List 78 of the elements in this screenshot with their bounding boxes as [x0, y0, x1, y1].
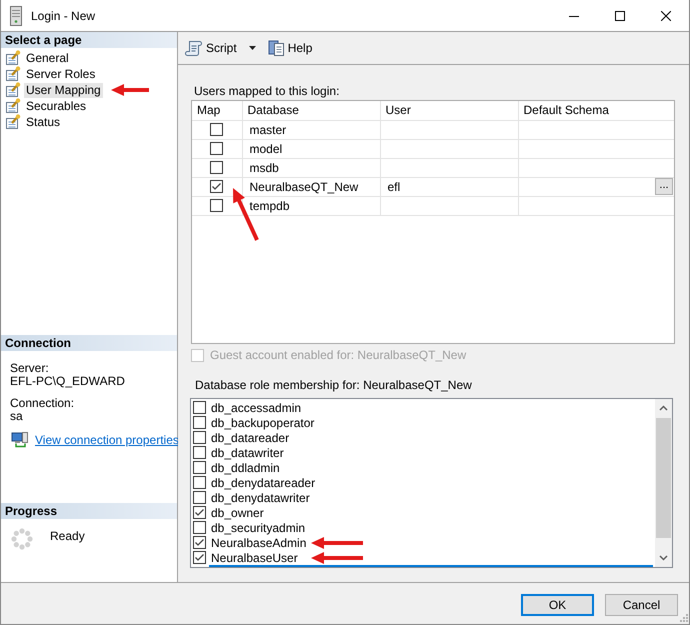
table-cell: efl — [380, 177, 518, 196]
sidebar-item[interactable]: User Mapping — [24, 82, 103, 98]
field-value: sa — [9, 410, 24, 423]
table-cell: model — [242, 139, 380, 158]
help-button[interactable]: Help — [266, 39, 314, 57]
link[interactable]: View connection properties — [35, 432, 179, 446]
checkbox[interactable] — [193, 416, 206, 429]
checkbox[interactable] — [210, 142, 224, 155]
checkbox[interactable] — [193, 446, 206, 459]
browse-button[interactable]: ... — [655, 178, 673, 195]
grid-label: Users mapped to this login: — [193, 84, 340, 98]
checkbox[interactable] — [193, 476, 206, 489]
section-header: Progress — [1, 503, 177, 519]
script-button[interactable]: Script — [183, 39, 258, 57]
server-icon — [10, 6, 22, 26]
spinner-icon — [11, 528, 33, 550]
checkbox[interactable] — [193, 536, 206, 549]
checkbox-label: Guest account enabled for: NeuralbaseQT_New — [210, 348, 466, 362]
cancel-button[interactable]: Cancel — [605, 594, 678, 616]
table-cell: msdb — [242, 158, 380, 177]
book-icon — [268, 39, 285, 57]
checkbox[interactable] — [193, 461, 206, 474]
section-header: Select a page — [1, 32, 177, 48]
section-header: Connection — [1, 335, 177, 351]
list-item[interactable]: db_denydatareader — [211, 476, 316, 490]
scrollbar[interactable] — [655, 399, 672, 567]
checkbox[interactable] — [193, 551, 206, 564]
checkbox[interactable] — [193, 431, 206, 444]
page-icon — [5, 50, 21, 66]
page-icon — [5, 82, 21, 98]
list-item[interactable]: db_accessadmin — [211, 400, 308, 414]
caret-icon — [248, 46, 256, 50]
resize-grip-icon[interactable] — [679, 613, 688, 622]
column-header: User — [380, 101, 518, 120]
list-item[interactable]: db_datareader — [211, 430, 308, 444]
column-header: Default Schema — [518, 101, 674, 120]
list-item[interactable]: db_datawriter — [211, 446, 308, 460]
column-header: Map — [192, 101, 242, 120]
window-title: Login - New — [31, 8, 96, 22]
field-value: EFL-PC\Q_EDWARD — [9, 375, 126, 388]
checkbox[interactable] — [193, 506, 206, 519]
scroll-down-icon[interactable] — [659, 555, 668, 561]
page-icon — [5, 114, 21, 130]
table-cell: master — [242, 120, 380, 139]
list-item[interactable]: db_securityadmin — [211, 520, 308, 534]
checkbox[interactable] — [210, 161, 224, 174]
checkbox[interactable] — [210, 199, 224, 212]
ok-button[interactable]: OK — [521, 594, 594, 616]
table-cell: NeuralbaseQT_New — [242, 177, 380, 196]
status-text: Ready — [50, 529, 85, 543]
list-item[interactable]: db_denydatawriter — [211, 490, 310, 504]
computer-icon — [11, 431, 28, 448]
sidebar-item[interactable]: Securables — [24, 98, 88, 114]
table-cell: tempdb — [242, 196, 380, 215]
scroll-up-icon[interactable] — [659, 405, 668, 411]
field-label: Server: — [9, 362, 50, 375]
list-label: Database role membership for: NeuralbaseQT_New — [194, 378, 473, 392]
sidebar-item[interactable]: Server Roles — [24, 66, 98, 82]
checkbox[interactable] — [210, 123, 224, 136]
checkbox[interactable] — [193, 491, 206, 504]
list-item[interactable]: NeuralbaseAdmin — [211, 536, 308, 550]
list-item[interactable]: db_backupoperator — [211, 416, 314, 430]
sidebar-item[interactable]: Status — [24, 114, 62, 130]
list-item[interactable]: db_owner — [211, 506, 308, 520]
field-label: Connection: — [9, 397, 76, 410]
page-icon — [5, 66, 21, 82]
list-item[interactable]: db_ddladmin — [211, 460, 308, 474]
checkbox[interactable] — [193, 521, 206, 534]
page-icon — [5, 98, 21, 114]
maximize-icon — [615, 10, 625, 20]
close-icon — [661, 10, 671, 20]
checkbox[interactable] — [210, 180, 224, 193]
checkbox[interactable] — [193, 401, 206, 414]
scrollbar-thumb[interactable] — [656, 418, 671, 538]
sidebar-item[interactable]: General — [24, 50, 71, 66]
column-header: Database — [242, 101, 380, 120]
list-item[interactable]: NeuralbaseUser — [211, 550, 308, 564]
scroll-icon — [185, 39, 203, 57]
